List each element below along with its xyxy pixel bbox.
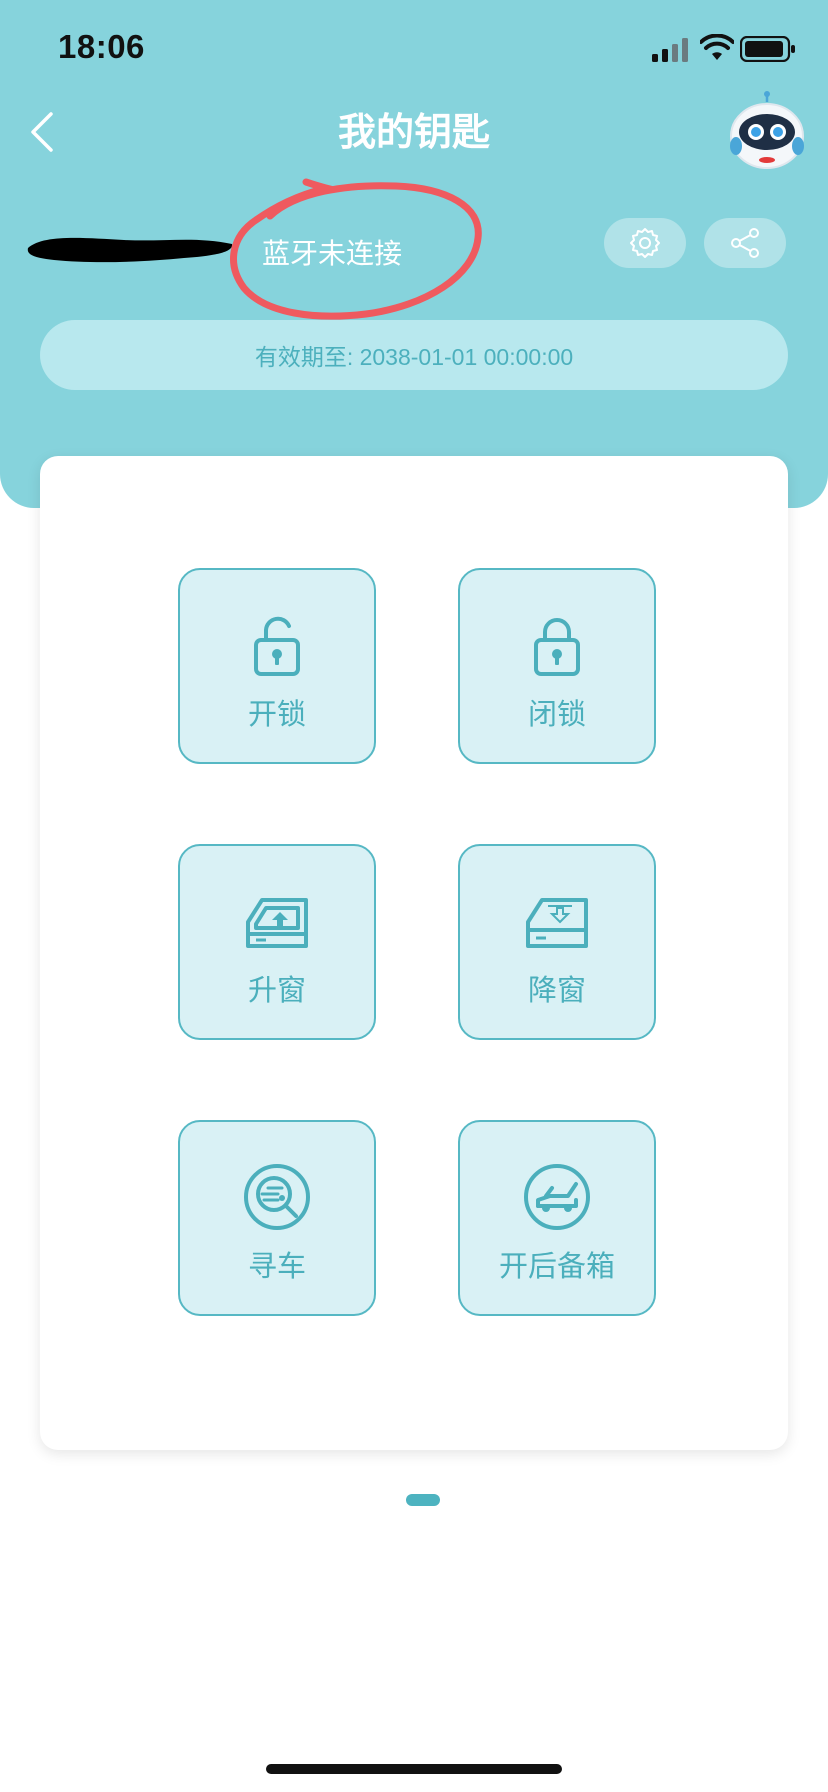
control-card: 开锁 闭锁 升窗 降窗 寻车 开后备箱 — [40, 456, 788, 1450]
find-car-button[interactable]: 寻车 — [178, 1120, 376, 1316]
unlock-icon — [254, 616, 300, 676]
bluetooth-status: 蓝牙未连接 — [262, 237, 403, 270]
lock-icon — [534, 618, 580, 676]
status-time: 18:06 — [58, 28, 145, 65]
share-button[interactable] — [704, 218, 786, 268]
settings-button[interactable] — [604, 218, 686, 268]
window-down-button[interactable]: 降窗 — [458, 844, 656, 1040]
find-car-icon — [244, 1164, 310, 1230]
trunk-open-icon — [524, 1164, 590, 1230]
lock-label: 闭锁 — [527, 697, 586, 731]
page-indicator — [406, 1494, 440, 1506]
window-down-label: 降窗 — [527, 973, 586, 1007]
unlock-label: 开锁 — [247, 697, 306, 731]
find-car-label: 寻车 — [247, 1249, 306, 1283]
gear-icon — [630, 228, 660, 258]
battery-icon — [740, 36, 795, 62]
back-button[interactable] — [14, 104, 70, 160]
redacted-car-name — [27, 237, 233, 263]
page-title: 我的钥匙 — [337, 110, 490, 154]
unlock-button[interactable]: 开锁 — [178, 568, 376, 764]
validity-bar: 有效期至: 2038-01-01 00:00:00 — [40, 320, 788, 390]
window-up-label: 升窗 — [247, 973, 306, 1007]
cellular-signal-icon — [652, 38, 688, 62]
status-bar: 18:06 — [0, 0, 828, 100]
share-icon — [731, 228, 759, 258]
lock-button[interactable]: 闭锁 — [458, 568, 656, 764]
wifi-icon — [700, 34, 734, 60]
chevron-left-icon — [31, 112, 53, 152]
trunk-open-label: 开后备箱 — [498, 1249, 615, 1283]
window-up-icon — [246, 898, 308, 948]
trunk-open-button[interactable]: 开后备箱 — [458, 1120, 656, 1316]
robot-assistant-icon[interactable] — [726, 90, 808, 172]
validity-text: 有效期至: 2038-01-01 00:00:00 — [254, 344, 574, 370]
my-keys-screen: 18:06 我的钥匙 蓝牙未连接 有效期至: 2038-01-01 00:00:… — [0, 0, 828, 1792]
home-indicator[interactable] — [266, 1764, 562, 1774]
window-down-icon — [526, 898, 588, 948]
window-up-button[interactable]: 升窗 — [178, 844, 376, 1040]
